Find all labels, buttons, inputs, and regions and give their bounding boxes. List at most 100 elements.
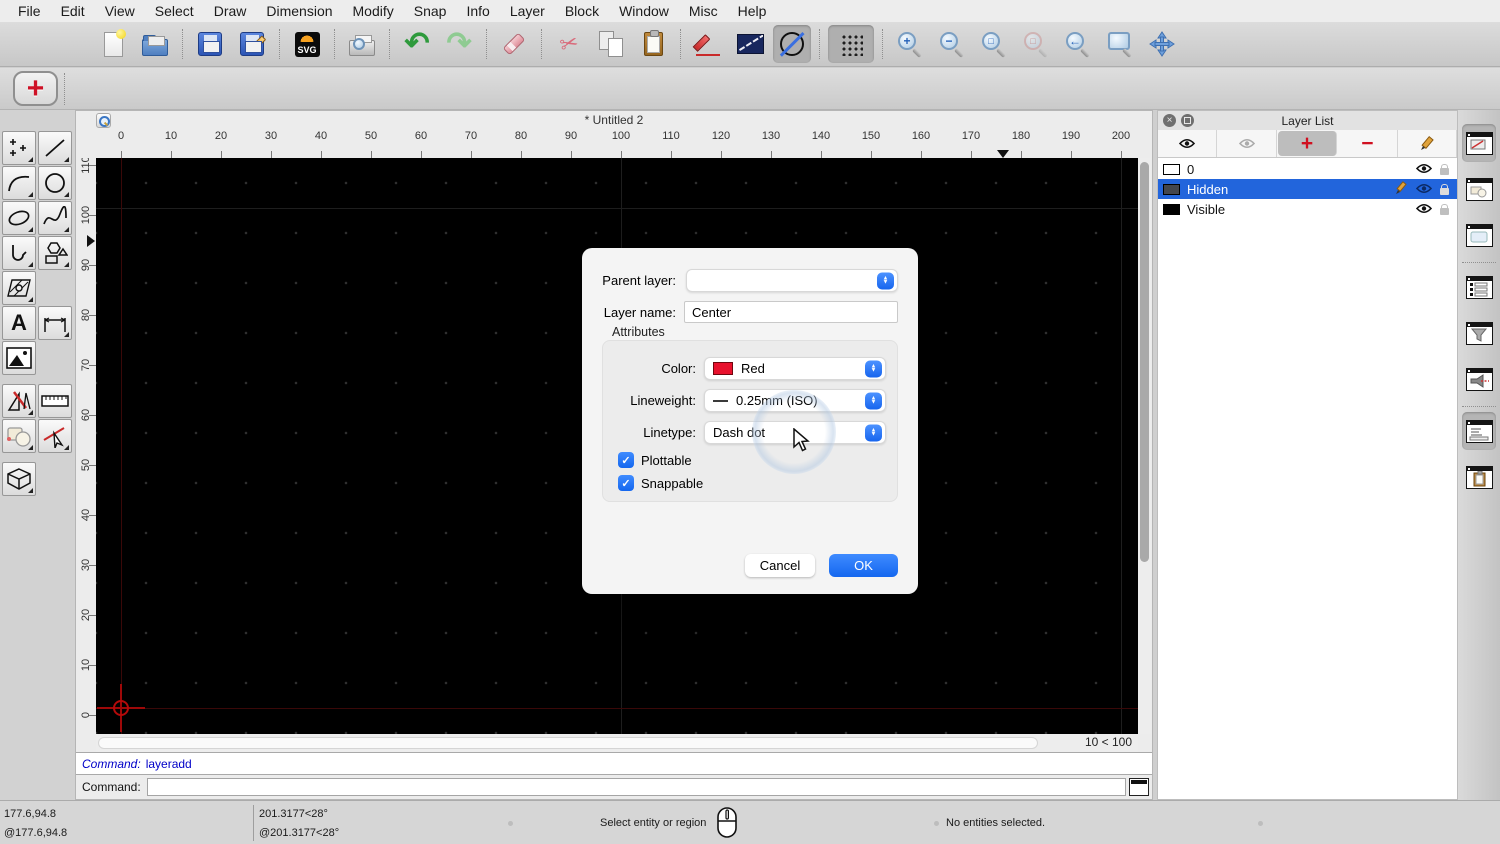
clipboard-toggle-button[interactable]: [1462, 458, 1496, 496]
h-ruler-tick-label: 160: [911, 130, 931, 142]
vertical-scrollbar-thumb[interactable]: [1140, 162, 1149, 562]
layer-lock-icon[interactable]: [1440, 163, 1449, 175]
point-tool-button[interactable]: [2, 131, 36, 165]
save-as-button[interactable]: [233, 25, 271, 63]
ok-button[interactable]: OK: [829, 554, 898, 577]
grid-toggle-button[interactable]: [828, 25, 874, 63]
zoom-in-button[interactable]: +: [891, 25, 929, 63]
cad-tools-button[interactable]: [2, 384, 36, 418]
menu-window[interactable]: Window: [609, 3, 679, 19]
v-ruler-tick: [89, 465, 96, 466]
horizontal-scrollbar-thumb[interactable]: [98, 737, 1038, 749]
delete-button[interactable]: [495, 25, 533, 63]
block-list-toggle-button[interactable]: [1462, 170, 1496, 208]
snappable-checkbox[interactable]: ✓ Snappable: [618, 475, 703, 491]
menu-file[interactable]: File: [8, 3, 51, 19]
show-all-layers-button[interactable]: [1158, 130, 1218, 157]
menu-info[interactable]: Info: [456, 3, 499, 19]
command-trigger-toggle-button[interactable]: [1462, 360, 1496, 398]
horizontal-scrollbar[interactable]: 10 < 100: [96, 734, 1138, 752]
menu-select[interactable]: Select: [145, 3, 204, 19]
cut-icon: ✂: [556, 29, 582, 58]
plottable-checkbox[interactable]: ✓ Plottable: [618, 452, 692, 468]
ellipse-tool-button[interactable]: [2, 201, 36, 235]
layer-lock-icon[interactable]: [1440, 183, 1449, 195]
new-file-icon: [103, 28, 126, 57]
menu-block[interactable]: Block: [555, 3, 609, 19]
paste-button[interactable]: [634, 25, 672, 63]
edit-pencil-icon[interactable]: [1394, 180, 1408, 198]
layer-visibility-eye-icon[interactable]: [1415, 162, 1433, 177]
menu-draw[interactable]: Draw: [204, 3, 257, 19]
command-input[interactable]: [146, 778, 1126, 796]
menu-help[interactable]: Help: [728, 3, 777, 19]
zoom-window-button[interactable]: [1101, 25, 1139, 63]
property-editor-toggle-button[interactable]: [1462, 268, 1496, 306]
svg-export-button[interactable]: SVG: [288, 25, 326, 63]
dimension-tool-button[interactable]: [38, 306, 72, 340]
arc-tool-button[interactable]: [2, 166, 36, 200]
menu-dimension[interactable]: Dimension: [256, 3, 342, 19]
draw-order-button[interactable]: [689, 25, 727, 63]
library-browser-toggle-button[interactable]: [1462, 216, 1496, 254]
menu-layer[interactable]: Layer: [500, 3, 555, 19]
remove-layer-button[interactable]: −: [1338, 130, 1398, 157]
menu-snap[interactable]: Snap: [404, 3, 457, 19]
zoom-out-button[interactable]: −: [933, 25, 971, 63]
layer-color-swatch: [1163, 183, 1180, 195]
close-panel-icon[interactable]: ×: [1163, 114, 1176, 127]
cancel-button[interactable]: Cancel: [745, 554, 815, 577]
snap-toolbar: +: [0, 68, 1500, 110]
parent-layer-dropdown[interactable]: ▲ ▼: [686, 269, 898, 292]
circle-tool-button[interactable]: [38, 166, 72, 200]
menu-edit[interactable]: Edit: [51, 3, 95, 19]
open-file-button[interactable]: [136, 25, 174, 63]
color-dropdown[interactable]: Red ▲ ▼: [704, 357, 886, 380]
command-line-toggle-button[interactable]: [1462, 412, 1496, 450]
hatch-tool-button[interactable]: [2, 271, 36, 305]
new-file-button[interactable]: [94, 25, 132, 63]
menu-view[interactable]: View: [95, 3, 145, 19]
spline-tool-button[interactable]: [38, 201, 72, 235]
modify-tool-button[interactable]: [2, 419, 36, 453]
hide-all-layers-button[interactable]: [1217, 130, 1277, 157]
line-tool-button[interactable]: [38, 131, 72, 165]
vertical-scrollbar[interactable]: [1138, 158, 1151, 734]
layer-row-visible[interactable]: Visible: [1158, 199, 1457, 219]
menu-modify[interactable]: Modify: [343, 3, 404, 19]
add-layer-button[interactable]: +: [1277, 131, 1338, 156]
polyline-tool-button[interactable]: [2, 236, 36, 270]
float-panel-icon[interactable]: [1181, 114, 1194, 127]
h-ruler-tick-label: 170: [961, 130, 981, 142]
menu-misc[interactable]: Misc: [679, 3, 728, 19]
text-tool-button[interactable]: A: [2, 306, 36, 340]
image-tool-button[interactable]: [2, 341, 36, 375]
select-tool-button[interactable]: [38, 419, 72, 453]
redo-button[interactable]: ↷: [440, 25, 478, 63]
layer-visibility-eye-icon[interactable]: [1415, 182, 1433, 197]
snap-free-button[interactable]: +: [13, 71, 58, 106]
layer-lock-icon[interactable]: [1440, 203, 1449, 215]
layer-visibility-eye-icon[interactable]: [1415, 202, 1433, 217]
angle-tool-button[interactable]: [731, 25, 769, 63]
save-button[interactable]: [191, 25, 229, 63]
construction-mode-button[interactable]: [773, 25, 811, 63]
selection-filter-toggle-button[interactable]: [1462, 314, 1496, 352]
pan-button[interactable]: [1143, 25, 1181, 63]
layer-row-0[interactable]: 0: [1158, 159, 1457, 179]
measure-tool-button[interactable]: [38, 384, 72, 418]
shape-tool-button[interactable]: [38, 236, 72, 270]
command-dock-toggle-button[interactable]: [1129, 778, 1149, 796]
layer-row-hidden[interactable]: Hidden: [1158, 179, 1457, 199]
zoom-window-icon: [1108, 32, 1132, 58]
layer-list-toggle-button[interactable]: [1462, 124, 1496, 162]
cut-button[interactable]: ✂: [550, 25, 588, 63]
auto-zoom-button[interactable]: □: [975, 25, 1013, 63]
previous-view-button[interactable]: ←: [1059, 25, 1097, 63]
edit-layer-button[interactable]: [1398, 130, 1458, 157]
layer-name-input[interactable]: Center: [684, 301, 898, 323]
copy-button[interactable]: [592, 25, 630, 63]
undo-button[interactable]: ↶: [398, 25, 436, 63]
print-preview-button[interactable]: [343, 25, 381, 63]
solid-3d-tool-button[interactable]: [2, 462, 36, 496]
